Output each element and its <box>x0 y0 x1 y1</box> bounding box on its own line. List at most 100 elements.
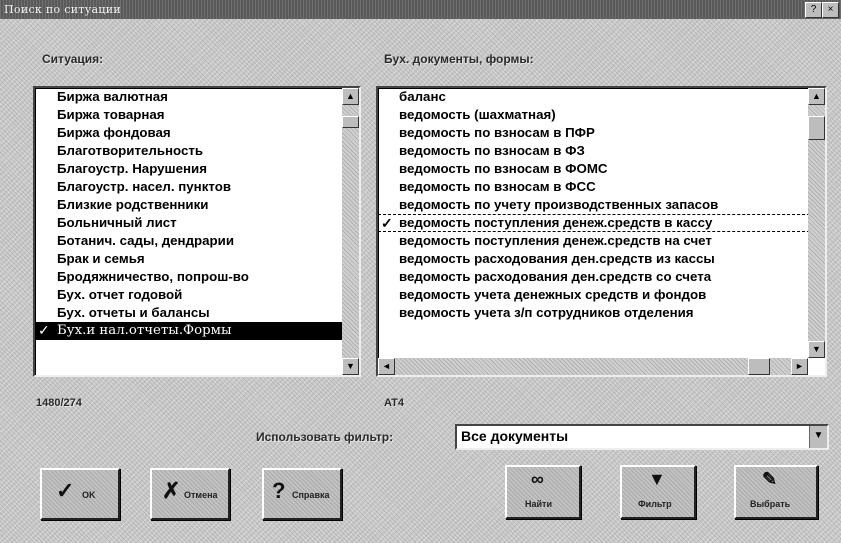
document-item[interactable]: ведомость по учету производственных запа… <box>378 196 825 214</box>
help-button[interactable]: ? Справка <box>262 468 342 520</box>
checkmark-icon: ✓ <box>56 478 75 503</box>
document-item-label: баланс <box>399 89 446 104</box>
document-item[interactable]: ведомость учета денежных средств и фондо… <box>378 286 825 304</box>
filter-select[interactable]: Все документы ▼ <box>455 424 829 450</box>
scroll-thumb[interactable] <box>342 116 359 128</box>
situation-item-label: Биржа валютная <box>57 89 168 104</box>
situation-item-label: Брак и семья <box>57 251 145 266</box>
scroll-down-icon[interactable]: ▼ <box>808 341 825 358</box>
situation-item[interactable]: Биржа валютная <box>35 88 359 106</box>
document-item-label: ведомость по учету производственных запа… <box>399 197 719 212</box>
situation-item-label: Благоустр. Нарушения <box>57 161 207 176</box>
ok-button[interactable]: ✓ OK <box>40 468 120 520</box>
situation-item[interactable]: Биржа фондовая <box>35 124 359 142</box>
document-item-label: ведомость (шахматная) <box>399 107 556 122</box>
filter-label: Использовать фильтр: <box>256 430 394 444</box>
window-title: Поиск по ситуации <box>4 3 121 16</box>
checkmark-icon: ✓ <box>381 215 393 231</box>
document-item-label: ведомость поступления денеж.средств в ка… <box>399 215 713 230</box>
documents-list: баланс ведомость (шахматная) ведомость по … <box>378 88 825 322</box>
situation-item-label: Близкие родственники <box>57 197 209 212</box>
pencil-icon: ✎ <box>762 469 778 489</box>
document-item-label: ведомость по взносам в ФЗ <box>399 143 585 158</box>
document-item[interactable]: ведомость по взносам в ФСС <box>378 178 825 196</box>
document-item[interactable]: ведомость по взносам в ФЗ <box>378 142 825 160</box>
document-item[interactable]: ведомость (шахматная) <box>378 106 825 124</box>
situation-item-label: Ботанич. сады, дендрарии <box>57 233 235 248</box>
question-icon: ? <box>272 478 286 503</box>
situation-item[interactable]: Благоустр. насел. пунктов <box>35 178 359 196</box>
situation-item[interactable]: Бух. отчет годовой <box>35 286 359 304</box>
situation-item-label: Благотворительность <box>57 143 204 158</box>
ok-button-label: OK <box>82 490 96 500</box>
situation-item[interactable]: Благоустр. Нарушения <box>35 160 359 178</box>
situations-label: Ситуация: <box>42 52 104 66</box>
scroll-right-icon[interactable]: ► <box>791 358 808 375</box>
document-item-label: ведомость учета денежных средств и фондо… <box>399 287 707 302</box>
document-item[interactable]: ведомость расходования ден.средств со сч… <box>378 268 825 286</box>
situation-item[interactable]: Биржа товарная <box>35 106 359 124</box>
cancel-button-label: Отмена <box>184 490 218 500</box>
documents-label: Бух. документы, формы: <box>384 52 534 66</box>
document-item-label: ведомость учета з/п сотрудников отделени… <box>399 305 694 320</box>
filter-button[interactable]: ▼ Фильтр <box>620 465 696 519</box>
situation-item[interactable]: Бродяжничество, попрош-во <box>35 268 359 286</box>
document-item[interactable]: ведомость учета з/п сотрудников отделени… <box>378 304 825 322</box>
scroll-left-icon[interactable]: ◄ <box>378 358 395 375</box>
situations-vscroll[interactable]: ▲ ▼ <box>342 88 359 375</box>
situations-count: 1480/274 <box>36 397 82 409</box>
situation-item[interactable]: Ботанич. сады, дендрарии <box>35 232 359 250</box>
document-item-label: ведомость по взносам в ФОМС <box>399 161 608 176</box>
situation-item-label: Бух.и нал.отчеты.Формы <box>57 323 232 338</box>
document-item[interactable]: ведомость по взносам в ФОМС <box>378 160 825 178</box>
filter-select-value: Все документы <box>461 428 569 444</box>
document-item[interactable]: ведомость поступления денеж.средств на с… <box>378 232 825 250</box>
documents-hscroll[interactable]: ◄ ► <box>378 358 808 375</box>
funnel-icon: ▼ <box>648 469 666 489</box>
situation-item[interactable]: Бух. отчеты и балансы <box>35 304 359 322</box>
document-item[interactable]: ✓ ведомость поступления денеж.средств в к… <box>378 214 825 232</box>
situation-item[interactable]: Брак и семья <box>35 250 359 268</box>
document-item-label: ведомость расходования ден.средств со сч… <box>399 269 712 284</box>
situation-item[interactable]: Близкие родственники <box>35 196 359 214</box>
document-item-label: ведомость по взносам в ПФР <box>399 125 595 140</box>
situation-item-label: Больничный лист <box>57 215 177 230</box>
chevron-down-icon[interactable]: ▼ <box>809 426 827 448</box>
cross-icon: ✗ <box>162 478 181 503</box>
filter-button-label: Фильтр <box>638 499 672 509</box>
select-button-label: Выбрать <box>750 499 791 509</box>
document-item-label: ведомость по взносам в ФСС <box>399 179 596 194</box>
scroll-thumb[interactable] <box>808 116 825 140</box>
situation-item-label: Биржа фондовая <box>57 125 171 140</box>
documents-count: AT4 <box>384 397 404 409</box>
find-button[interactable]: ∞ Найти <box>505 465 581 519</box>
find-button-label: Найти <box>525 499 552 509</box>
situation-item-label: Бух. отчеты и балансы <box>57 305 210 320</box>
scroll-up-icon[interactable]: ▲ <box>808 88 825 105</box>
title-bar: Поиск по ситуации ? × <box>0 0 841 19</box>
cancel-button[interactable]: ✗ Отмена <box>150 468 230 520</box>
document-item[interactable]: ведомость по взносам в ПФР <box>378 124 825 142</box>
situation-item[interactable]: Больничный лист <box>35 214 359 232</box>
close-window-button[interactable]: × <box>822 2 839 18</box>
situation-item-label: Благоустр. насел. пунктов <box>57 179 231 194</box>
situation-item-label: Бух. отчет годовой <box>57 287 183 302</box>
situation-item[interactable]: Благотворительность <box>35 142 359 160</box>
document-item[interactable]: ведомость расходования ден.средств из ка… <box>378 250 825 268</box>
binoculars-icon: ∞ <box>531 469 544 489</box>
scroll-down-icon[interactable]: ▼ <box>342 358 359 375</box>
documents-vscroll[interactable]: ▲ ▼ <box>808 88 825 358</box>
checkmark-icon: ✓ <box>38 323 50 339</box>
document-item[interactable]: баланс <box>378 88 825 106</box>
document-item-label: ведомость расходования ден.средств из ка… <box>399 251 715 266</box>
situation-item-label: Бродяжничество, попрош-во <box>57 269 249 284</box>
documents-listbox[interactable]: баланс ведомость (шахматная) ведомость по … <box>376 86 827 377</box>
situations-listbox[interactable]: Биржа валютная Биржа товарная Биржа фондов… <box>33 86 361 377</box>
scroll-up-icon[interactable]: ▲ <box>342 88 359 105</box>
situations-list: Биржа валютная Биржа товарная Биржа фондов… <box>35 88 359 340</box>
hscroll-thumb[interactable] <box>748 358 770 375</box>
situation-item[interactable]: ✓ Бух.и нал.отчеты.Формы <box>35 322 359 340</box>
situation-item-label: Биржа товарная <box>57 107 165 122</box>
select-button[interactable]: ✎ Выбрать <box>734 465 818 519</box>
help-window-button[interactable]: ? <box>805 2 822 18</box>
